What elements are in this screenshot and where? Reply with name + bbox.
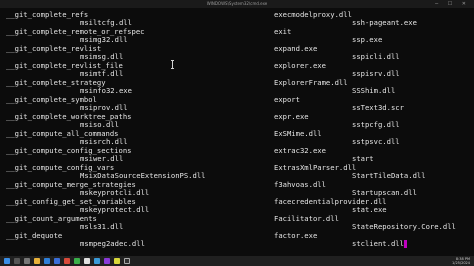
terminal-line: msiso.dll <box>80 120 119 129</box>
terminal-line: msinfo32.exe <box>80 86 132 95</box>
app-icon[interactable] <box>114 258 120 264</box>
terminal-line: sstpsvc.dll <box>352 137 400 146</box>
terminal-app-icon[interactable] <box>124 258 130 264</box>
terminal-line: expand.exe <box>274 44 318 53</box>
terminal-line: SSShim.dll <box>352 86 396 95</box>
terminal-line: StartTileData.dll <box>352 171 426 180</box>
terminal-text: stclient.dll <box>352 239 404 248</box>
app-icon[interactable] <box>64 258 70 264</box>
terminal-line-active: stclient.dll <box>352 240 407 248</box>
clock-date: 1/25/2024 <box>452 261 470 265</box>
terminal-line: msmpeg2adec.dll <box>80 239 145 248</box>
terminal-line: ssp.exe <box>352 35 383 44</box>
terminal-line: export <box>274 95 300 104</box>
terminal-line: explorer.exe <box>274 61 326 70</box>
terminal-line: ssh-pageant.exe <box>352 18 417 27</box>
terminal-line: ExplorerFrame.dll <box>274 78 348 87</box>
windows-start-icon[interactable] <box>4 258 10 264</box>
terminal-line: Facilitator.dll <box>274 214 339 223</box>
terminal-line: factor.exe <box>274 231 318 240</box>
terminal-line: extrac32.exe <box>274 146 326 155</box>
terminal-line: ExtrasXmlParser.dll <box>274 163 357 172</box>
app-icon[interactable] <box>104 258 110 264</box>
terminal-line: mskeyprotcli.dll <box>80 188 150 197</box>
app-icon[interactable] <box>84 258 90 264</box>
terminal-line: execmodelproxy.dll <box>274 10 352 19</box>
terminal-line: exit <box>274 27 292 36</box>
terminal-line: msls31.dll <box>80 222 124 231</box>
system-clock[interactable]: 8:38 PM 1/25/2024 <box>452 257 470 265</box>
terminal-line: sstpcfg.dll <box>352 120 400 129</box>
edge-browser-icon[interactable] <box>44 258 50 264</box>
file-explorer-icon[interactable] <box>34 258 40 264</box>
app-icon[interactable] <box>94 258 100 264</box>
app-icon[interactable] <box>74 258 80 264</box>
text-cursor <box>403 240 407 248</box>
terminal-line: StateRepository.Core.dll <box>352 222 456 231</box>
task-view-icon[interactable] <box>24 258 30 264</box>
ibeam-mouse-cursor-icon <box>171 60 174 69</box>
title-bar: WINDOWS\System32\cmd.exe ─ ☐ ✕ <box>0 0 474 8</box>
terminal-output[interactable]: __git_complete_refs msiltcfg.dll __git_c… <box>0 8 474 256</box>
terminal-line: ExSMime.dll <box>274 129 322 138</box>
terminal-line: msimsg.dll <box>80 52 124 61</box>
terminal-line: msisrch.dll <box>80 137 128 146</box>
terminal-line: msiprov.dll <box>80 103 128 112</box>
terminal-line: Startupscan.dll <box>352 188 417 197</box>
terminal-line: __git_dequote <box>6 231 63 240</box>
terminal-line: ssText3d.scr <box>352 103 404 112</box>
terminal-line: MsixDataSourceExtensionPS.dll <box>80 171 206 180</box>
window-controls[interactable]: ─ ☐ ✕ <box>435 1 470 7</box>
taskbar: 8:38 PM 1/25/2024 <box>0 256 474 266</box>
terminal-line: __git_complete_refs <box>6 10 89 19</box>
store-icon[interactable] <box>54 258 60 264</box>
terminal-line: sspisrv.dll <box>352 69 400 78</box>
terminal-line: msiltcfg.dll <box>80 18 132 27</box>
terminal-line: f3ahvoas.dll <box>274 180 326 189</box>
window-title: WINDOWS\System32\cmd.exe <box>206 1 268 6</box>
terminal-line: sspicli.dll <box>352 52 400 61</box>
search-icon[interactable] <box>14 258 20 264</box>
terminal-line: msiwer.dll <box>80 154 124 163</box>
terminal-line: msimg32.dll <box>80 35 128 44</box>
terminal-line: stat.exe <box>352 205 387 214</box>
terminal-line: msimtf.dll <box>80 69 124 78</box>
terminal-line: expr.exe <box>274 112 309 121</box>
terminal-line: start <box>352 154 374 163</box>
terminal-line: mskeyprotect.dll <box>80 205 150 214</box>
